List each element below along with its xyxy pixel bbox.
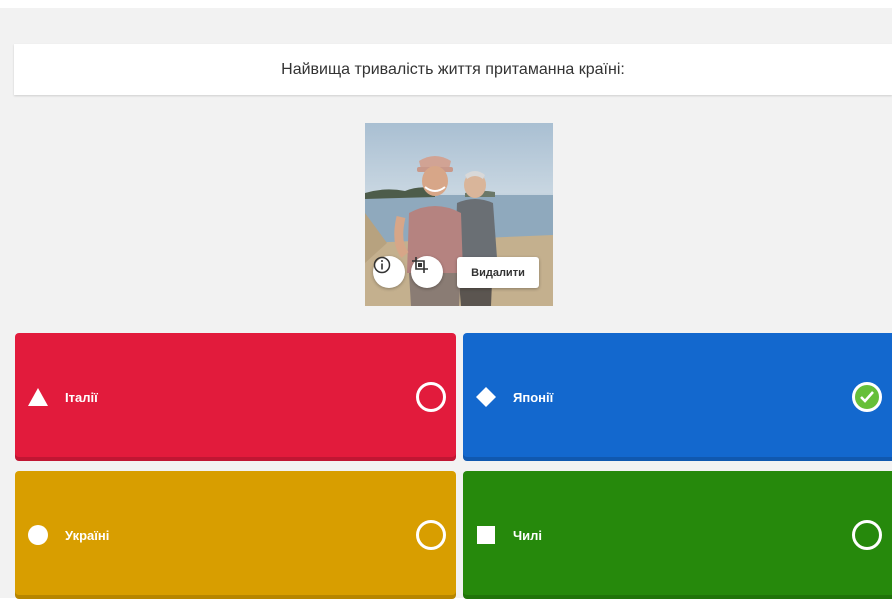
- correct-toggle-3[interactable]: [416, 520, 446, 550]
- answer-label-4[interactable]: Чилі: [513, 528, 542, 543]
- answer-option-3[interactable]: Україні: [15, 471, 456, 599]
- circle-icon: [27, 524, 49, 546]
- quiz-editor-canvas: Найвища тривалість життя притаманна краї…: [0, 8, 892, 599]
- answer-option-2[interactable]: Японії: [463, 333, 892, 461]
- correct-toggle-1[interactable]: [416, 382, 446, 412]
- delete-image-label: Видалити: [471, 266, 525, 279]
- square-icon: [475, 524, 497, 546]
- correct-toggle-2[interactable]: [852, 382, 882, 412]
- diamond-icon: [475, 386, 497, 408]
- answer-label-2[interactable]: Японії: [513, 390, 553, 405]
- correct-toggle-4[interactable]: [852, 520, 882, 550]
- answer-label-3[interactable]: Україні: [65, 528, 109, 543]
- check-icon: [860, 391, 874, 403]
- crop-icon: [412, 257, 428, 273]
- triangle-icon: [27, 386, 49, 408]
- image-crop-button[interactable]: [411, 256, 443, 288]
- question-image: Видалити: [365, 123, 553, 306]
- answer-option-1[interactable]: Італії: [15, 333, 456, 461]
- answer-option-4[interactable]: Чилі: [463, 471, 892, 599]
- question-title[interactable]: Найвища тривалість життя притаманна краї…: [14, 44, 892, 95]
- question-text: Найвища тривалість життя притаманна краї…: [281, 60, 625, 78]
- image-info-button[interactable]: [373, 256, 405, 288]
- answer-label-1[interactable]: Італії: [65, 390, 98, 405]
- info-icon: [373, 256, 391, 274]
- delete-image-button[interactable]: Видалити: [457, 257, 539, 288]
